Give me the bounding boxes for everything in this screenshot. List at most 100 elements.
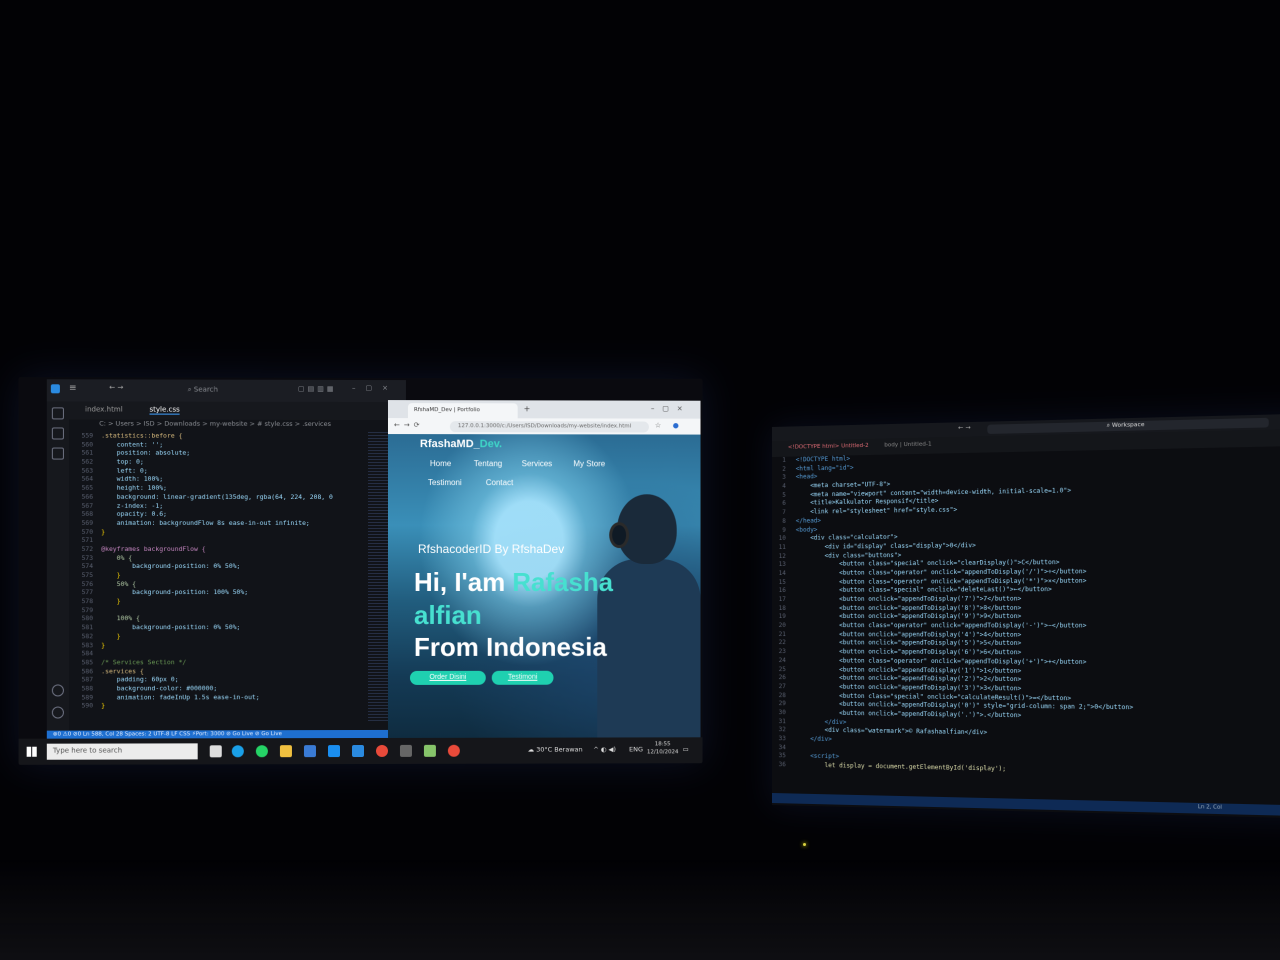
nav-testimoni[interactable]: Testimoni — [428, 478, 462, 487]
file-explorer-icon[interactable] — [280, 745, 292, 757]
url-input[interactable]: 127.0.0.1:3000/c:/Users/ISD/Downloads/my… — [450, 421, 649, 432]
notepad-icon[interactable] — [424, 745, 436, 757]
line-number: 29 — [776, 700, 796, 709]
nav-back-icon[interactable]: ← → — [109, 383, 123, 391]
code-text: <button onclick="appendToDisplay('6')">6… — [796, 648, 1022, 656]
code-line[interactable]: 570} — [71, 527, 362, 536]
code-line[interactable]: 578 } — [71, 597, 362, 606]
nav-home[interactable]: Home — [430, 459, 451, 468]
code-line[interactable]: 565 height: 100%; — [71, 484, 362, 493]
line-number: 568 — [71, 510, 101, 519]
explorer-icon[interactable] — [52, 407, 64, 419]
notification-icon[interactable]: ▭ — [683, 745, 689, 753]
extensions-icon[interactable] — [52, 448, 64, 460]
line-number: 588 — [71, 684, 101, 693]
code-text: background-position: 100% 50%; — [101, 588, 248, 596]
code-text: <button class="special" onclick="clearDi… — [796, 559, 1060, 568]
code-line[interactable]: 574 background-position: 0% 50%; — [71, 562, 362, 571]
command-search[interactable]: ⌕ Search — [188, 386, 218, 395]
code-line[interactable]: 576 50% { — [71, 580, 362, 589]
tab-style-css[interactable]: style.css — [149, 406, 179, 415]
task-view-icon[interactable] — [210, 745, 222, 757]
code-line[interactable]: 582 } — [71, 632, 362, 641]
code-line[interactable]: 571 — [71, 536, 362, 545]
code-line[interactable]: 564 width: 100%; — [71, 475, 362, 484]
code-line[interactable]: 577 background-position: 100% 50%; — [71, 588, 362, 597]
code-editor-right[interactable]: 1 <!DOCTYPE html> 2 <html lang="id"> 3 <head>… — [776, 446, 1280, 799]
code-editor-left[interactable]: 559 .statistics::before {560 content: '';… — [71, 431, 362, 730]
bookmark-star-icon[interactable]: ☆ — [655, 422, 661, 430]
vscode-taskbar-icon[interactable] — [352, 745, 364, 757]
store-icon[interactable] — [304, 745, 316, 757]
code-line[interactable]: 567 z-index: -1; — [71, 501, 362, 510]
app-icon[interactable] — [400, 745, 412, 757]
code-line[interactable]: 569 animation: backgroundFlow 8s ease-in… — [71, 519, 362, 528]
code-line[interactable]: 562 top: 0; — [71, 458, 362, 467]
profile-icon[interactable]: ● — [673, 422, 679, 430]
code-text: <link rel="stylesheet" href="style.css"> — [796, 507, 957, 516]
nav-services[interactable]: Services — [522, 459, 553, 468]
browser-window-controls[interactable]: –▢× — [651, 405, 691, 413]
code-line[interactable]: 568 opacity: 0.6; — [71, 510, 362, 519]
code-line[interactable]: 584 — [71, 649, 362, 658]
chrome-icon-2[interactable] — [448, 745, 460, 757]
line-number: 564 — [71, 475, 101, 484]
browser-tab[interactable]: RfshaMD_Dev | Portfolio — [408, 403, 518, 418]
code-line[interactable]: 586 .services { — [71, 667, 362, 676]
settings-gear-icon[interactable] — [52, 707, 64, 719]
nav-my-store[interactable]: My Store — [573, 459, 605, 468]
site-logo[interactable]: RfashaMD_Dev. — [420, 438, 502, 450]
editor-tabs: index.html style.css — [69, 401, 406, 420]
testimoni-button[interactable]: Testimoni — [492, 671, 554, 685]
code-line[interactable]: 19 <button onclick="appendToDisplay('9')… — [776, 613, 1280, 622]
line-number: 17 — [776, 596, 796, 605]
tab-untitled-2[interactable]: <!DOCTYPE html> Untitled-2 — [788, 443, 869, 451]
code-line[interactable]: 18 <button onclick="appendToDisplay('8')… — [776, 604, 1280, 613]
account-icon[interactable] — [52, 684, 64, 696]
nav-contact[interactable]: Contact — [486, 478, 513, 487]
code-line[interactable]: 563 left: 0; — [71, 466, 362, 475]
line-number: 24 — [776, 657, 796, 666]
code-line[interactable]: 575 } — [71, 571, 362, 580]
code-line[interactable]: 585 /* Services Section */ — [71, 658, 362, 667]
code-line[interactable]: 588 background-color: #000000; — [71, 684, 362, 693]
code-line[interactable]: 583} — [71, 641, 362, 650]
taskbar-search-input[interactable]: Type here to search — [47, 743, 198, 759]
code-line[interactable]: 587 padding: 60px 0; — [71, 675, 362, 684]
mail-icon[interactable] — [328, 745, 340, 757]
code-line[interactable]: 580 100% { — [71, 614, 362, 623]
tab-untitled-1[interactable]: body | Untitled-1 — [884, 441, 931, 448]
code-line[interactable]: 590} — [71, 701, 362, 710]
nav-tentang[interactable]: Tentang — [474, 459, 502, 468]
edge-icon[interactable] — [232, 745, 244, 757]
code-line[interactable]: 561 position: absolute; — [71, 449, 362, 458]
language-indicator[interactable]: ENG — [629, 745, 643, 753]
window-controls[interactable]: –▢× — [352, 384, 398, 392]
layout-icons[interactable]: ▢▤▥▦ — [298, 385, 337, 393]
code-line[interactable]: 572 @keyframes backgroundFlow { — [71, 545, 362, 554]
tray-icons[interactable]: ^ ◐ ◀) — [593, 745, 616, 753]
chrome-icon[interactable] — [376, 745, 388, 757]
code-line[interactable]: 573 0% { — [71, 554, 362, 563]
whatsapp-icon[interactable] — [256, 745, 268, 757]
tab-index-html[interactable]: index.html — [85, 405, 123, 413]
new-tab-icon[interactable]: + — [524, 404, 531, 413]
weather-widget[interactable]: ☁ 30°C Berawan — [528, 746, 583, 754]
nav-back-forward-icon[interactable]: ← → — [958, 424, 970, 431]
order-button[interactable]: Order Disini — [410, 671, 486, 685]
source-control-icon[interactable] — [52, 427, 64, 439]
line-number: 585 — [71, 658, 101, 667]
code-line[interactable]: 579 — [71, 606, 362, 615]
menu-icon[interactable]: ≡ — [69, 383, 77, 393]
line-number: 19 — [776, 613, 796, 622]
code-line[interactable]: 566 background: linear-gradient(135deg, … — [71, 493, 362, 502]
browser-nav-icons[interactable]: ←→⟳ — [394, 421, 424, 429]
code-line[interactable]: 581 background-position: 0% 50%; — [71, 623, 362, 632]
clock[interactable]: 18:55 12/10/2024 — [647, 740, 678, 756]
line-number: 560 — [71, 440, 101, 449]
breadcrumb[interactable]: C: > Users > ISD > Downloads > my-websit… — [69, 419, 406, 432]
windows-start-icon[interactable] — [27, 747, 37, 757]
line-number: 578 — [71, 597, 101, 606]
line-number: 580 — [71, 615, 101, 624]
code-text: opacity: 0.6; — [101, 510, 167, 518]
